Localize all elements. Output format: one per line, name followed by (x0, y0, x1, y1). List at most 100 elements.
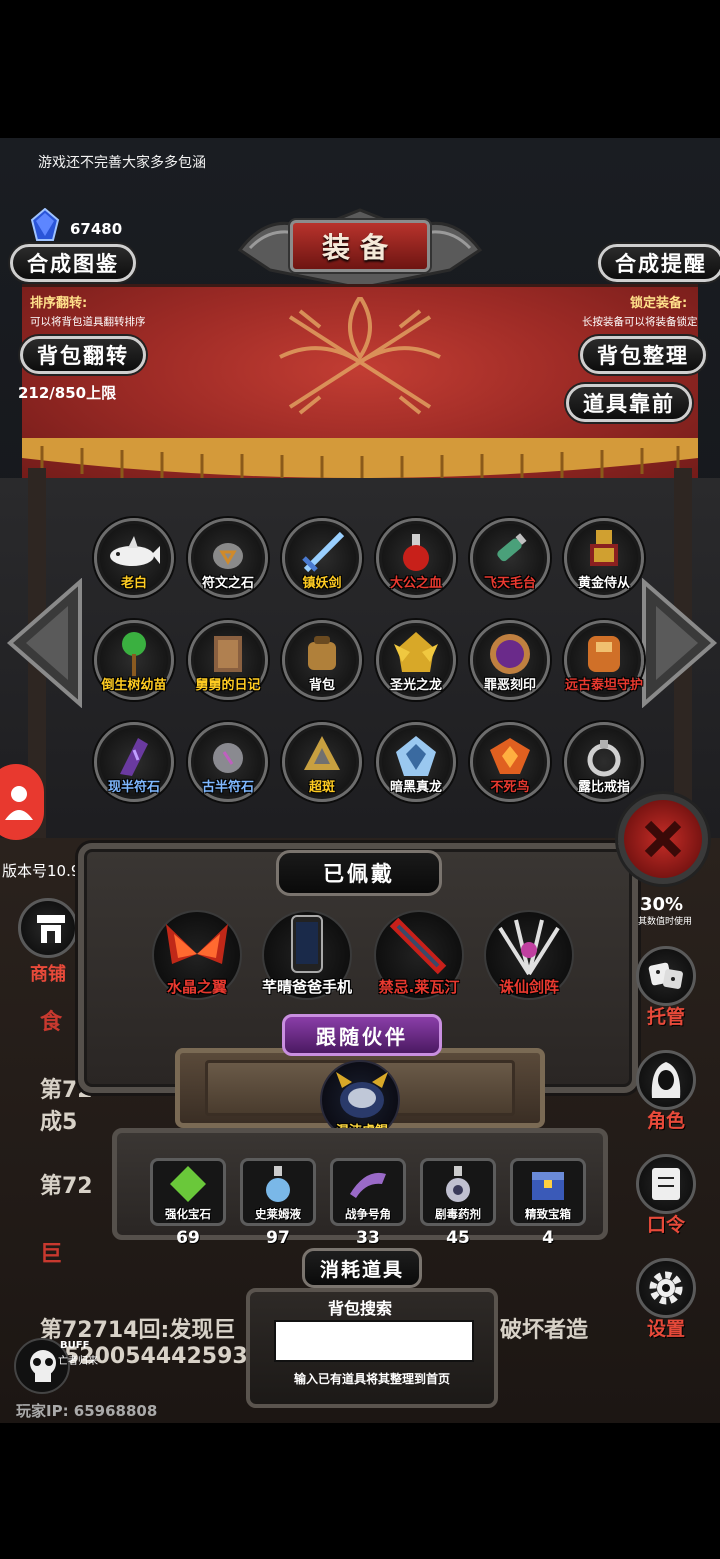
inventory-item[interactable]: 飞天毛台 (470, 518, 550, 598)
flame-sword-icon (389, 917, 447, 975)
item-name: 战争号角 (345, 1207, 391, 1221)
side-percent-note: 其数值时使用 (638, 917, 693, 927)
inventory-item[interactable]: 背包 (282, 620, 362, 700)
inventory-item[interactable]: 超斑 (282, 722, 362, 802)
gear-icon (649, 1271, 683, 1305)
search-label: 背包搜索 (327, 1299, 392, 1318)
equipped-title: 已佩戴 (276, 850, 442, 896)
synth-reminder-button[interactable]: 合成提醒 (598, 244, 720, 282)
settings-label: 设置 (646, 1318, 685, 1340)
inventory-item[interactable]: 罪恶刻印 (470, 620, 550, 700)
shop-button[interactable]: 商铺 (16, 898, 80, 988)
item-name: 精致宝箱 (525, 1207, 571, 1221)
item-front-button[interactable]: 道具靠前 (566, 384, 692, 422)
item-name: 露比戒指 (577, 780, 630, 795)
red-potion-icon (403, 534, 429, 571)
inventory-item[interactable]: 现半符石 (94, 722, 174, 802)
lock-hint-title: 锁定装备: (630, 296, 688, 311)
version-label: 版本号10.9 (2, 862, 81, 880)
backpack-icon (308, 636, 336, 670)
consumable-item[interactable]: 剧毒药剂 45 (420, 1158, 496, 1248)
inventory-item[interactable]: 圣光之龙 (376, 620, 456, 700)
item-count: 4 (542, 1228, 554, 1248)
titan-guardian-icon (588, 636, 620, 672)
user-avatar[interactable] (0, 764, 44, 840)
equipped-item[interactable]: 芊晴爸爸手机 (262, 910, 352, 1000)
blue-sword-icon (302, 531, 345, 573)
crossed-swords-emblem-icon (279, 297, 441, 415)
inventory-item[interactable]: 黄金侍从 (564, 518, 644, 598)
inventory-item[interactable]: 镇妖剑 (282, 518, 362, 598)
log-line: 第72 (40, 1174, 93, 1199)
consumable-item[interactable]: 史莱姆液 97 (240, 1158, 316, 1248)
prev-page-arrow-icon[interactable] (6, 578, 84, 708)
inventory-item[interactable]: 大公之血 (376, 518, 456, 598)
item-name: 诛仙剑阵 (498, 978, 559, 996)
equipped-item[interactable]: 水晶之翼 (152, 910, 242, 1000)
gray-rune-icon (213, 743, 243, 773)
auto-manage-label: 托管 (646, 1006, 685, 1028)
silver-ring-icon (587, 740, 621, 777)
character-label: 角色 (646, 1110, 685, 1132)
item-name: 黄金侍从 (577, 576, 630, 591)
bag-flip-button[interactable]: 背包翻转 (20, 336, 146, 374)
equipped-item[interactable]: 禁忌.莱瓦汀 (374, 910, 464, 1000)
consumable-item[interactable]: 强化宝石 69 (150, 1158, 226, 1248)
hooded-figure-icon (651, 1062, 681, 1098)
page-title: 装备 (290, 220, 430, 272)
item-count: 45 (446, 1228, 470, 1248)
inventory-item[interactable]: 远古泰坦守护 (564, 620, 644, 700)
purple-rune-icon (120, 738, 148, 776)
inventory-item[interactable]: 符文之石 (188, 518, 268, 598)
shop-label: 商铺 (30, 964, 66, 985)
green-bottle-icon (497, 533, 527, 562)
crystal-amount: 67480 (70, 220, 123, 238)
synth-catalog-button[interactable]: 合成图鉴 (10, 244, 136, 282)
ice-dragon-icon (396, 736, 436, 776)
sword-array-icon (498, 919, 560, 976)
diary-icon (214, 636, 242, 672)
settings-button[interactable]: 设置 (632, 1258, 700, 1340)
flip-hint-title: 排序翻转: (30, 296, 88, 311)
inventory-item[interactable]: 不死鸟 (470, 722, 550, 802)
green-gem-icon (170, 1166, 206, 1202)
close-button[interactable] (618, 794, 708, 884)
inventory-item[interactable]: 老白 (94, 518, 174, 598)
inventory-item[interactable]: 暗黑真龙 (376, 722, 456, 802)
consumable-item[interactable]: 战争号角 33 (330, 1158, 406, 1248)
book-icon (652, 1168, 680, 1200)
shop-icon (37, 915, 65, 943)
game-view: 游戏还不完善大家多多包涵 67480 装备 合成图鉴 合成提醒 排序翻转: 可以… (0, 138, 720, 1423)
green-sapling-icon (122, 632, 146, 676)
player-ip: 玩家IP: 65968808 (16, 1402, 158, 1420)
log-line: 食 (40, 1010, 63, 1035)
search-hint: 输入已有道具将其整理到首页 (293, 1372, 450, 1386)
item-name: 远古泰坦守护 (564, 678, 643, 693)
inventory-item[interactable]: 倒生树幼苗 (94, 620, 174, 700)
blue-crystal-icon (30, 208, 60, 241)
equipped-item[interactable]: 诛仙剑阵 (484, 910, 574, 1000)
side-percent: 30% (640, 894, 684, 915)
character-button[interactable]: 角色 (632, 1050, 700, 1132)
log-line: 破坏者造 (500, 1318, 589, 1343)
phoenix-icon (490, 738, 530, 774)
inventory-item[interactable]: 舅舅的日记 (188, 620, 268, 700)
golden-knight-icon (590, 530, 618, 566)
inventory-item[interactable]: 露比戒指 (564, 722, 644, 802)
inventory-item[interactable]: 古半符石 (188, 722, 268, 802)
auto-manage-button[interactable]: 托管 (632, 946, 700, 1028)
rune-stone-icon (213, 543, 243, 569)
consumable-item[interactable]: 精致宝箱 4 (510, 1158, 586, 1248)
slime-flask-icon (266, 1166, 290, 1202)
command-button[interactable]: 口令 (632, 1154, 700, 1236)
screen: 游戏还不完善大家多多包涵 67480 装备 合成图鉴 合成提醒 排序翻转: 可以… (0, 0, 720, 1559)
phone-icon (291, 915, 323, 973)
flip-hint-text: 可以将背包道具翻转排序 (30, 316, 146, 328)
item-count: 69 (176, 1228, 200, 1248)
person-icon (5, 786, 33, 820)
purple-seal-icon (490, 634, 530, 674)
poison-flask-icon (446, 1166, 470, 1202)
search-input[interactable] (274, 1320, 474, 1362)
treasure-chest-icon (532, 1172, 564, 1200)
bag-sort-button[interactable]: 背包整理 (580, 336, 706, 374)
